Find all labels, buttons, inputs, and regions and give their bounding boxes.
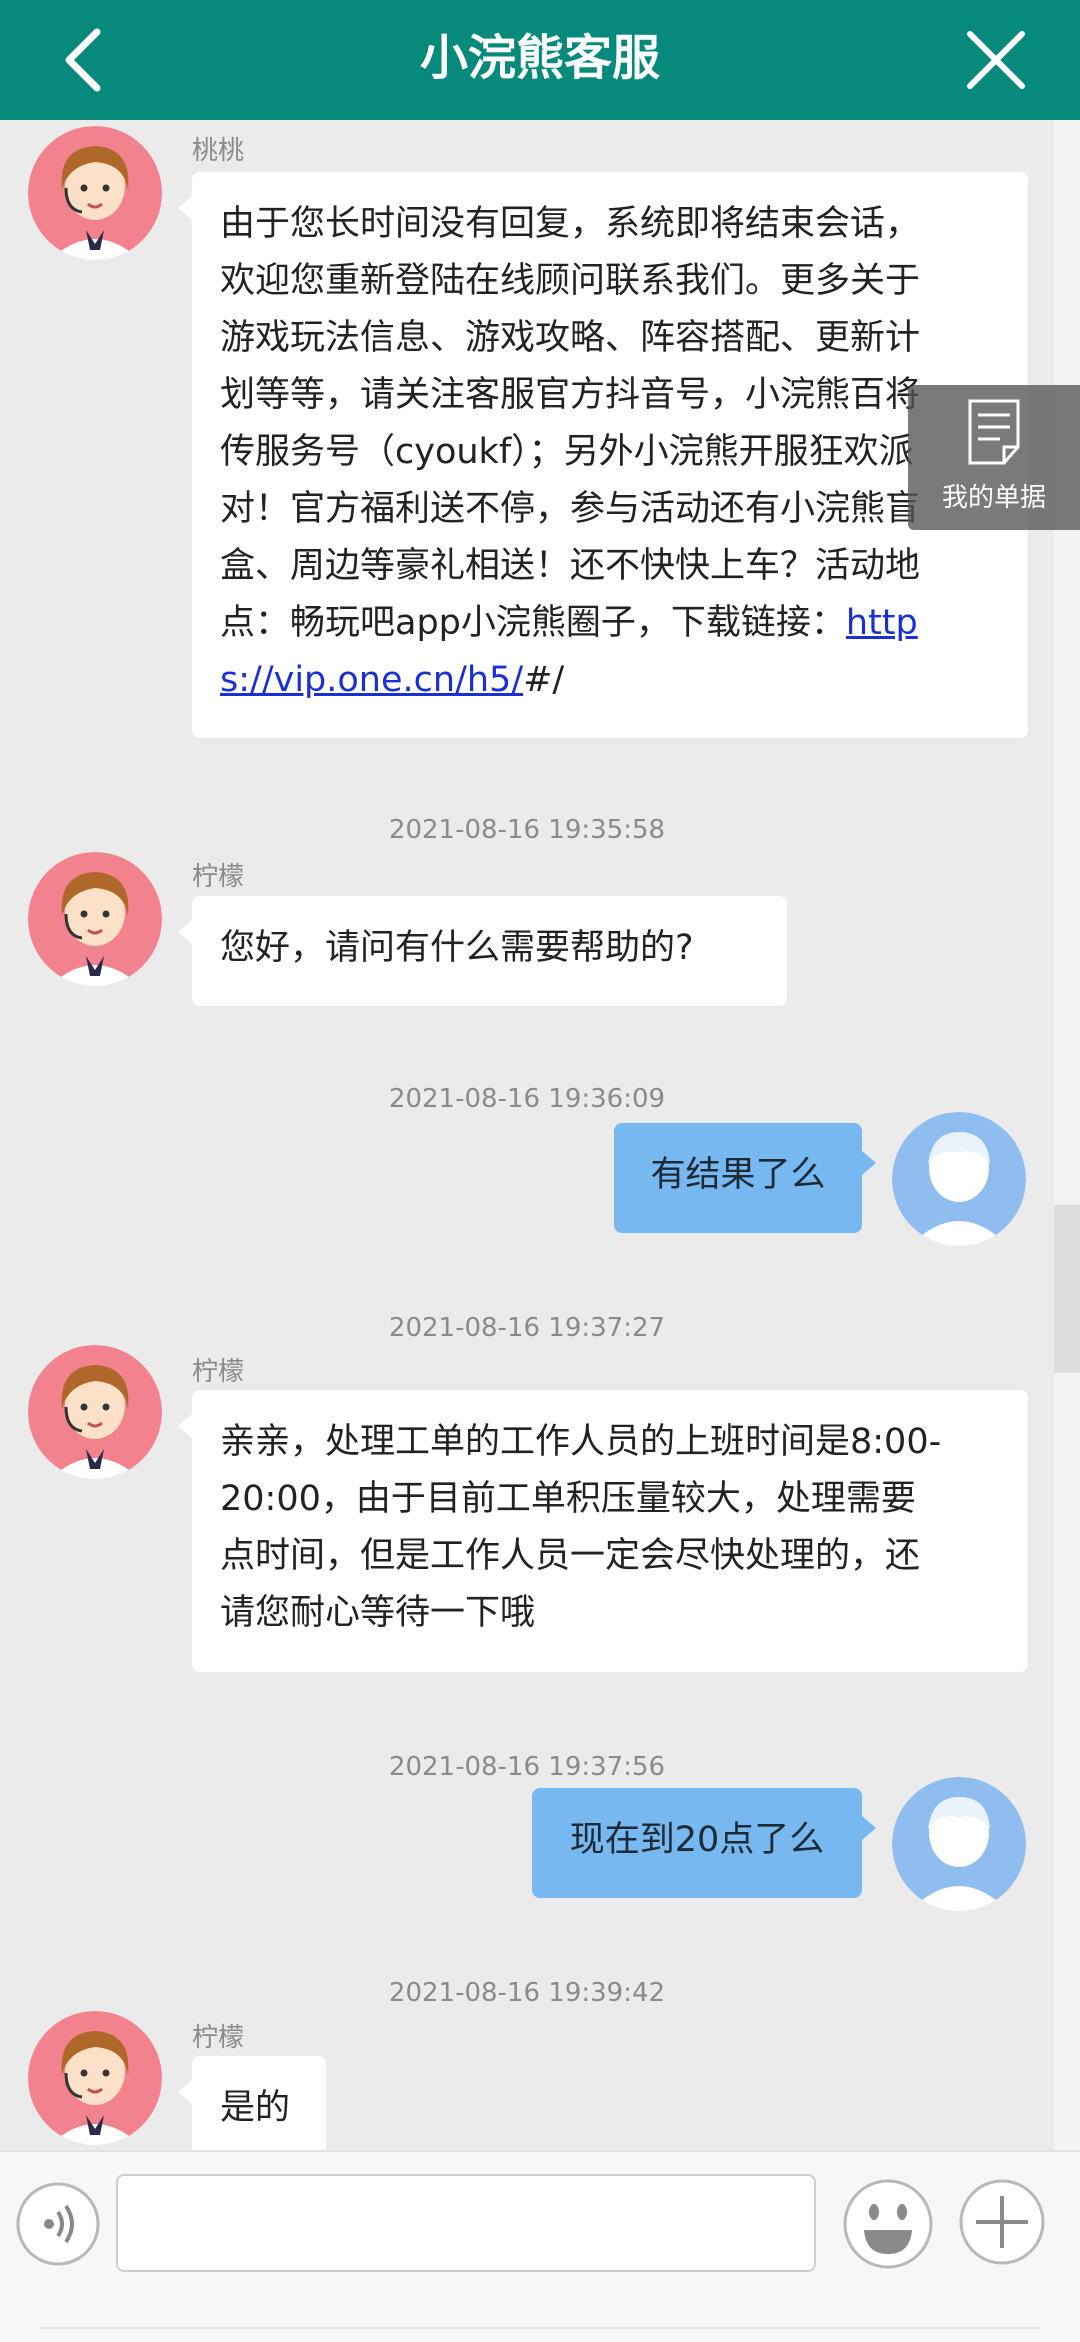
agent-avatar-icon: [28, 1345, 162, 1479]
agent-message-bubble[interactable]: 亲亲，处理工单的工作人员的上班时间是8:00- 20:00，由于目前工单积压量较…: [178, 1390, 1028, 1672]
agent-avatar: [28, 852, 162, 986]
agent-avatar: [28, 126, 162, 260]
agent-message-bubble[interactable]: 由于您长时间没有回复，系统即将结束会话， 欢迎您重新登陆在线顾问联系我们。更多关…: [178, 172, 1028, 738]
message-text: 您好，请问有什么需要帮助的?: [220, 928, 694, 968]
message-line: 由于您长时间没有回复，系统即将结束会话，: [220, 204, 921, 244]
sender-name: 柠檬: [192, 1357, 245, 1387]
agent-message-bubble[interactable]: 您好，请问有什么需要帮助的?: [178, 896, 787, 1006]
sender-name: 柠檬: [192, 2023, 245, 2053]
link-suffix: #/: [523, 660, 565, 700]
user-avatar: [892, 1777, 1026, 1911]
message-line: 亲亲，处理工单的工作人员的上班时间是8:00-: [220, 1422, 942, 1462]
user-avatar: [892, 1112, 1026, 1246]
agent-avatar-icon: [28, 852, 162, 986]
download-link[interactable]: http: [846, 603, 918, 643]
voice-icon[interactable]: [16, 2182, 100, 2266]
message-line: 点时间，但是工作人员一定会尽快处理的，还: [220, 1536, 921, 1576]
message-line: 请您耐心等待一下哦: [220, 1593, 536, 1633]
timestamp: 2021-08-16 19:39:42: [388, 1978, 666, 2008]
message-line: 20:00，由于目前工单积压量较大，处理需要: [220, 1479, 916, 1519]
message-line-text: 点：畅玩吧app小浣熊圈子，下载链接：: [220, 603, 846, 643]
divider: [40, 2327, 1040, 2329]
message-line: 盒、周边等豪礼相送！还不快快上车？活动地: [220, 546, 921, 586]
download-link-continued[interactable]: s://vip.one.cn/h5/: [220, 660, 523, 700]
message-composer: [0, 2150, 1080, 2342]
header-bar: 小浣熊客服: [0, 0, 1080, 120]
message-line: 传服务号（cyoukf）；另外小浣熊开服狂欢派: [220, 432, 914, 472]
plus-icon[interactable]: [958, 2178, 1046, 2266]
message-text: 现在到20点了么: [569, 1820, 825, 1860]
agent-avatar-icon: [28, 2011, 162, 2145]
message-line: s://vip.one.cn/h5/#/: [220, 652, 1000, 709]
message-line: 欢迎您重新登陆在线顾问联系我们。更多关于: [220, 261, 921, 301]
my-tickets-button[interactable]: 我的单据: [908, 385, 1080, 530]
agent-avatar: [28, 2011, 162, 2145]
document-icon: [968, 399, 1020, 465]
scrollbar-thumb[interactable]: [1054, 1205, 1080, 1373]
message-line: 点：畅玩吧app小浣熊圈子，下载链接：http: [220, 595, 1000, 652]
message-text: 有结果了么: [650, 1155, 826, 1195]
message-line: 划等等，请关注客服官方抖音号，小浣熊百将: [220, 375, 921, 415]
agent-avatar-icon: [28, 126, 162, 260]
user-message-bubble[interactable]: 有结果了么: [614, 1123, 876, 1233]
sender-name: 桃桃: [192, 136, 245, 166]
sender-name: 柠檬: [192, 862, 245, 892]
my-tickets-label: 我的单据: [941, 483, 1046, 513]
timestamp: 2021-08-16 19:35:58: [388, 815, 666, 845]
message-input[interactable]: [116, 2174, 816, 2272]
message-line: 游戏玩法信息、游戏攻略、阵容搭配、更新计: [220, 318, 921, 358]
message-text: 是的: [220, 2088, 291, 2128]
page-title: 小浣熊客服: [419, 30, 660, 86]
timestamp: 2021-08-16 19:37:27: [388, 1313, 666, 1343]
message-line: 对！官方福利送不停，参与活动还有小浣熊盲: [220, 489, 921, 529]
timestamp: 2021-08-16 19:37:56: [388, 1752, 666, 1782]
emoji-icon[interactable]: [842, 2178, 934, 2270]
agent-avatar: [28, 1345, 162, 1479]
timestamp: 2021-08-16 19:36:09: [388, 1084, 666, 1114]
user-avatar-icon: [892, 1112, 1026, 1246]
user-avatar-icon: [892, 1777, 1026, 1911]
close-icon[interactable]: [962, 26, 1030, 94]
user-message-bubble[interactable]: 现在到20点了么: [532, 1788, 876, 1898]
